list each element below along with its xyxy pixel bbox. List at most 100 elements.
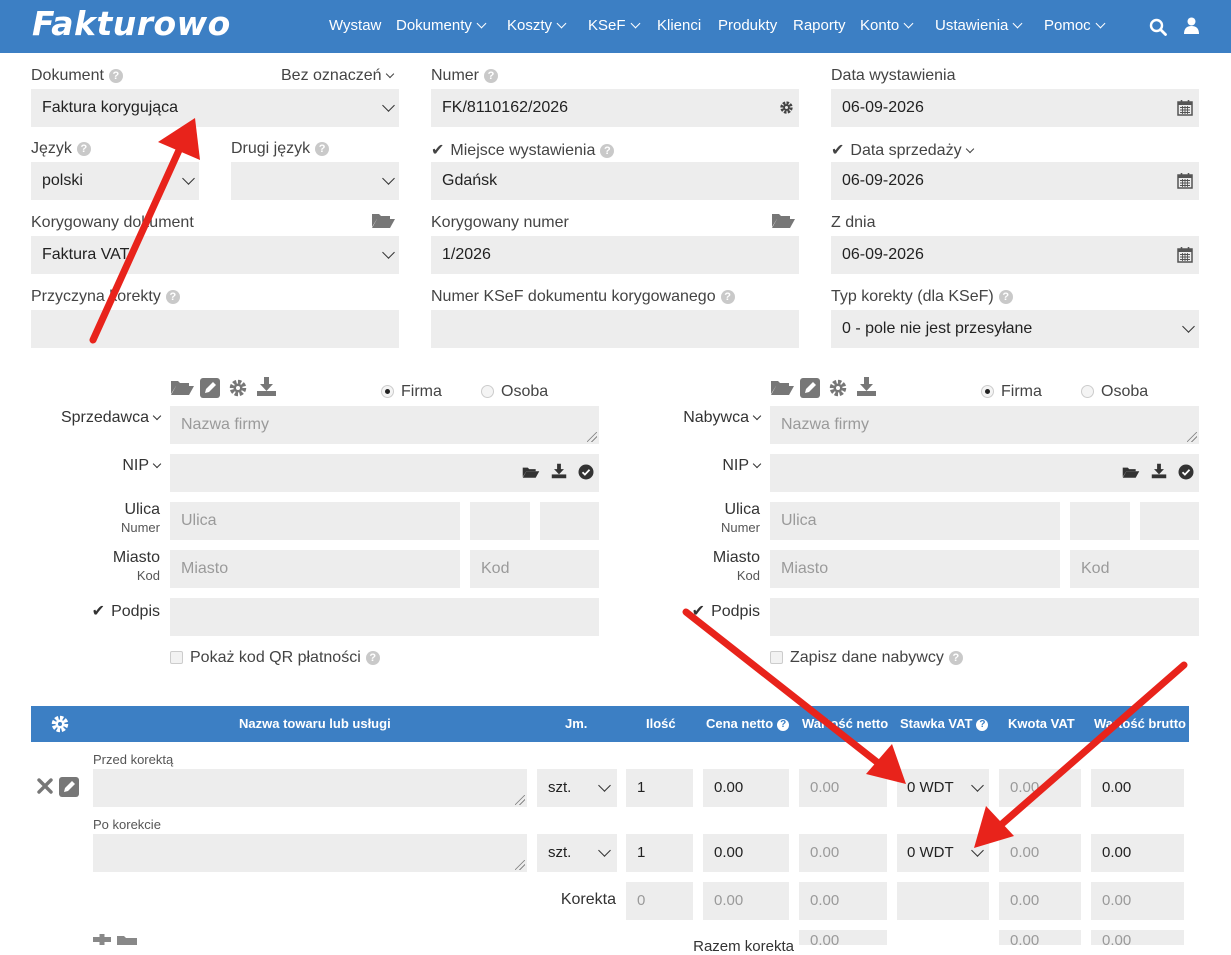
edit-icon[interactable]	[200, 378, 220, 398]
nabywca-nazwa-textarea[interactable]: Nazwa firmy	[770, 406, 1199, 444]
help-icon[interactable]: ?	[998, 290, 1013, 304]
folder-open-icon[interactable]	[771, 211, 796, 229]
data-sprzedazy-input[interactable]: 06-09-2026	[831, 162, 1199, 200]
po-ilosc-input[interactable]: 1	[626, 834, 693, 872]
podpis-toggle[interactable]: ✔ Podpis	[692, 601, 760, 621]
nip-dropdown[interactable]: NIP	[122, 457, 162, 475]
nabywca-numer-input[interactable]	[1070, 502, 1130, 540]
help-icon[interactable]: ?	[720, 290, 735, 304]
po-stawka-select[interactable]: 0 WDT	[897, 834, 989, 872]
folder-open-icon[interactable]	[1122, 465, 1140, 479]
sprzedawca-nazwa-textarea[interactable]: Nazwa firmy	[170, 406, 599, 444]
app-logo[interactable]: Fakturowo	[32, 4, 231, 43]
przed-nazwa-textarea[interactable]	[93, 769, 527, 807]
przed-stawka-select[interactable]: 0 WDT	[897, 769, 989, 807]
sprzedawca-numer-input[interactable]	[470, 502, 530, 540]
sprzedawca-kod-input[interactable]: Kod	[470, 550, 599, 588]
sprzedawca-ulica-input[interactable]: Ulica	[170, 502, 460, 540]
nabywca-podpis-input[interactable]	[770, 598, 1199, 636]
help-icon[interactable]: ?	[315, 142, 330, 156]
firma-radio[interactable]	[381, 385, 394, 398]
z-dnia-input[interactable]: 06-09-2026	[831, 236, 1199, 274]
sprzedawca-miasto-input[interactable]: Miasto	[170, 550, 460, 588]
checkmark-icon[interactable]: ✔	[692, 603, 705, 620]
folder-icon[interactable]	[116, 935, 138, 945]
checkmark-icon[interactable]: ✔	[831, 142, 844, 159]
help-icon[interactable]: ?	[365, 651, 380, 665]
numer-input[interactable]: FK/8110162/2026	[431, 89, 799, 127]
download-icon[interactable]	[1151, 463, 1167, 479]
przed-cena-input[interactable]: 0.00	[703, 769, 789, 807]
search-icon[interactable]	[1149, 18, 1167, 36]
folder-open-icon[interactable]	[371, 211, 396, 229]
nip-dropdown[interactable]: NIP	[722, 457, 762, 475]
gear-icon[interactable]	[228, 378, 248, 398]
download-icon[interactable]	[856, 376, 877, 397]
nabywca-lokal-input[interactable]	[1140, 502, 1199, 540]
nabywca-kod-input[interactable]: Kod	[1070, 550, 1199, 588]
dokument-select[interactable]: Faktura korygująca	[31, 89, 399, 127]
jezyk-select[interactable]: polski	[31, 162, 199, 200]
download-icon[interactable]	[551, 463, 567, 479]
sprzedawca-dropdown[interactable]: Sprzedawca	[61, 409, 162, 427]
po-cena-input[interactable]: 0.00	[703, 834, 789, 872]
przed-ilosc-input[interactable]: 1	[626, 769, 693, 807]
checkmark-icon[interactable]: ✔	[92, 603, 105, 620]
przed-jm-select[interactable]: szt.	[537, 769, 617, 807]
data-wystawienia-input[interactable]: 06-09-2026	[831, 89, 1199, 127]
edit-icon[interactable]	[800, 378, 820, 398]
help-icon[interactable]: ?	[76, 142, 91, 156]
data-sprzedazy-label[interactable]: ✔ Data sprzedaży	[831, 140, 974, 160]
sprzedawca-lokal-input[interactable]	[540, 502, 599, 540]
po-nazwa-textarea[interactable]	[93, 834, 527, 872]
help-icon[interactable]: ?	[976, 719, 989, 731]
miejsce-wystawienia-input[interactable]: Gdańsk	[431, 162, 799, 200]
zapisz-nabywcy-checkbox[interactable]	[770, 651, 783, 664]
nav-ksef[interactable]: KSeF	[588, 17, 640, 34]
calendar-icon[interactable]	[1177, 172, 1193, 189]
korygowany-numer-input[interactable]: 1/2026	[431, 236, 799, 274]
podpis-toggle[interactable]: ✔ Podpis	[92, 601, 160, 621]
firma-radio[interactable]	[981, 385, 994, 398]
drugi-jezyk-select[interactable]	[231, 162, 399, 200]
bez-oznaczen-dropdown[interactable]: Bez oznaczeń	[281, 67, 394, 85]
korygowany-dokument-select[interactable]: Faktura VAT	[31, 236, 399, 274]
nav-raporty[interactable]: Raporty	[793, 17, 846, 34]
folder-open-icon[interactable]	[170, 378, 195, 396]
check-circle-icon[interactable]	[1178, 464, 1194, 480]
ksef-numer-input[interactable]	[431, 310, 799, 348]
miejsce-wystawienia-label[interactable]: ✔ Miejsce wystawienia?	[431, 140, 615, 160]
typ-korekty-select[interactable]: 0 - pole nie jest przesyłane	[831, 310, 1199, 348]
resize-handle-icon[interactable]	[587, 432, 597, 442]
edit-icon[interactable]	[59, 777, 79, 797]
calendar-icon[interactable]	[1177, 99, 1193, 116]
gear-icon[interactable]	[50, 714, 70, 734]
add-icon[interactable]	[93, 934, 111, 945]
close-icon[interactable]	[37, 778, 53, 794]
checkmark-icon[interactable]: ✔	[431, 142, 444, 159]
nabywca-nip-input[interactable]	[770, 454, 1199, 492]
nabywca-dropdown[interactable]: Nabywca	[683, 409, 762, 427]
gear-icon[interactable]	[828, 378, 848, 398]
przyczyna-korekty-input[interactable]	[31, 310, 399, 348]
nav-konto[interactable]: Konto	[860, 17, 914, 34]
nabywca-miasto-input[interactable]: Miasto	[770, 550, 1060, 588]
nav-produkty[interactable]: Produkty	[718, 17, 777, 34]
qr-checkbox[interactable]	[170, 651, 183, 664]
sprzedawca-podpis-input[interactable]	[170, 598, 599, 636]
help-icon[interactable]: ?	[600, 144, 615, 158]
folder-open-icon[interactable]	[770, 378, 795, 396]
osoba-radio[interactable]	[1081, 385, 1094, 398]
resize-handle-icon[interactable]	[1187, 432, 1197, 442]
user-icon[interactable]	[1184, 17, 1199, 34]
nav-pomoc[interactable]: Pomoc	[1044, 17, 1106, 34]
help-icon[interactable]: ?	[948, 651, 963, 665]
help-icon[interactable]: ?	[777, 719, 790, 731]
nav-ustawienia[interactable]: Ustawienia	[935, 17, 1023, 34]
po-jm-select[interactable]: szt.	[537, 834, 617, 872]
nav-klienci[interactable]: Klienci	[657, 17, 701, 34]
przed-brutto-input[interactable]: 0.00	[1091, 769, 1184, 807]
po-brutto-input[interactable]: 0.00	[1091, 834, 1184, 872]
folder-open-icon[interactable]	[522, 465, 540, 479]
resize-handle-icon[interactable]	[515, 860, 525, 870]
